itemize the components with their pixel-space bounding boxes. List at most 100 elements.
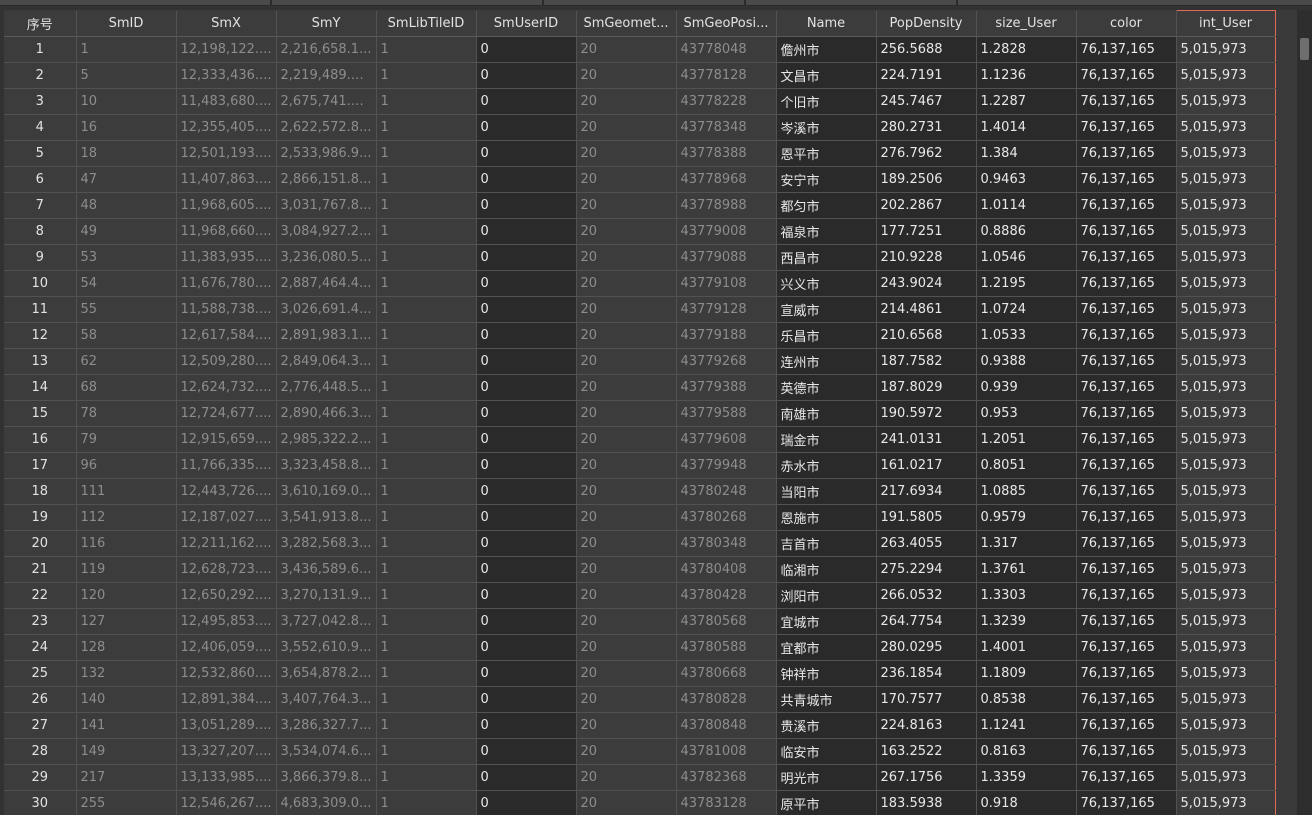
table-cell[interactable]: 5,015,973 xyxy=(1175,270,1276,297)
table-cell[interactable]: 20 xyxy=(576,712,677,739)
table-cell[interactable]: 0 xyxy=(476,374,577,401)
table-cell[interactable]: 1 xyxy=(376,608,477,635)
table-cell[interactable]: 0.8538 xyxy=(976,686,1077,713)
table-cell[interactable]: 宣威市 xyxy=(776,296,877,323)
table-row[interactable]: 13 62 12,509,280.... 2,849,064.3... 1 0 20 4377… xyxy=(4,348,1276,375)
table-cell[interactable]: 43780428 xyxy=(676,582,777,609)
table-cell[interactable]: 18 xyxy=(76,140,177,167)
table-cell[interactable]: 76,137,165 xyxy=(1076,36,1177,63)
table-cell[interactable]: 20 xyxy=(576,88,677,115)
table-cell[interactable]: 0.8051 xyxy=(976,452,1077,479)
table-cell[interactable]: 3,534,074.6... xyxy=(276,738,377,765)
table-cell[interactable]: 20 xyxy=(576,530,677,557)
table-cell[interactable]: 5,015,973 xyxy=(1175,88,1276,115)
table-cell[interactable]: 12,546,267.... xyxy=(176,790,277,815)
table-cell[interactable]: 2,985,322.2... xyxy=(276,426,377,453)
table-cell[interactable]: 76,137,165 xyxy=(1076,296,1177,323)
table-row[interactable]: 10 54 11,676,780.... 2,887,464.4... 1 0 20 4377… xyxy=(4,270,1276,297)
table-cell[interactable]: 189.2506 xyxy=(876,166,977,193)
table-cell[interactable]: 120 xyxy=(76,582,177,609)
table-cell[interactable]: 43780568 xyxy=(676,608,777,635)
table-cell[interactable]: 0 xyxy=(476,764,577,791)
table-cell[interactable]: 183.5938 xyxy=(876,790,977,815)
table-cell[interactable]: 20 xyxy=(576,140,677,167)
table-cell[interactable]: 1.384 xyxy=(976,140,1077,167)
table-cell[interactable]: 2,622,572.8... xyxy=(276,114,377,141)
table-cell[interactable]: 264.7754 xyxy=(876,608,977,635)
table-cell[interactable]: 0 xyxy=(476,738,577,765)
table-cell[interactable]: 20 xyxy=(576,608,677,635)
table-cell[interactable]: 1 xyxy=(376,218,477,245)
table-cell[interactable]: 20 xyxy=(576,218,677,245)
table-cell[interactable]: 0 xyxy=(476,712,577,739)
table-cell[interactable]: 1 xyxy=(376,764,477,791)
table-cell[interactable]: 55 xyxy=(76,296,177,323)
table-row[interactable]: 28 149 13,327,207.... 3,534,074.6... 1 0 20 437… xyxy=(4,738,1276,765)
table-cell[interactable]: 3,026,691.4... xyxy=(276,296,377,323)
table-cell[interactable]: 58 xyxy=(76,322,177,349)
row-number[interactable]: 11 xyxy=(4,296,77,323)
table-cell[interactable]: 5,015,973 xyxy=(1175,374,1276,401)
table-cell[interactable]: 43779588 xyxy=(676,400,777,427)
table-row[interactable]: 11 55 11,588,738.... 3,026,691.4... 1 0 20 4377… xyxy=(4,296,1276,323)
table-cell[interactable]: 5,015,973 xyxy=(1175,426,1276,453)
table-cell[interactable]: 128 xyxy=(76,634,177,661)
table-row[interactable]: 16 79 12,915,659.... 2,985,322.2... 1 0 20 4377… xyxy=(4,426,1276,453)
table-cell[interactable]: 43778228 xyxy=(676,88,777,115)
table-cell[interactable]: 1 xyxy=(376,400,477,427)
table-cell[interactable]: 2,675,741.819 xyxy=(276,88,377,115)
table-cell[interactable]: 62 xyxy=(76,348,177,375)
table-cell[interactable]: 5,015,973 xyxy=(1175,322,1276,349)
table-cell[interactable]: 43778348 xyxy=(676,114,777,141)
table-cell[interactable]: 76,137,165 xyxy=(1076,556,1177,583)
table-cell[interactable]: 1.1809 xyxy=(976,660,1077,687)
table-cell[interactable]: 1 xyxy=(376,582,477,609)
table-cell[interactable]: 12,915,659.... xyxy=(176,426,277,453)
table-cell[interactable]: 202.2867 xyxy=(876,192,977,219)
table-cell[interactable]: 76,137,165 xyxy=(1076,608,1177,635)
table-cell[interactable]: 43782368 xyxy=(676,764,777,791)
table-row[interactable]: 14 68 12,624,732.... 2,776,448.5... 1 0 20 4377… xyxy=(4,374,1276,401)
table-cell[interactable]: 43779108 xyxy=(676,270,777,297)
table-cell[interactable]: 187.7582 xyxy=(876,348,977,375)
table-cell[interactable]: 116 xyxy=(76,530,177,557)
row-number[interactable]: 17 xyxy=(4,452,77,479)
table-cell[interactable]: 11,383,935.... xyxy=(176,244,277,271)
table-cell[interactable]: 1.2828 xyxy=(976,36,1077,63)
table-cell[interactable]: 11,588,738.... xyxy=(176,296,277,323)
table-cell[interactable]: 3,654,878.2... xyxy=(276,660,377,687)
table-cell[interactable]: 0.8163 xyxy=(976,738,1077,765)
table-cell[interactable]: 210.9228 xyxy=(876,244,977,271)
table-cell[interactable]: 13,051,289.... xyxy=(176,712,277,739)
table-cell[interactable]: 5,015,973 xyxy=(1175,218,1276,245)
table-cell[interactable]: 20 xyxy=(576,166,677,193)
table-cell[interactable]: 12,650,292.... xyxy=(176,582,277,609)
row-number[interactable]: 18 xyxy=(4,478,77,505)
column-header[interactable]: SmX xyxy=(176,10,277,37)
table-cell[interactable]: 0.953 xyxy=(976,400,1077,427)
table-cell[interactable]: 20 xyxy=(576,634,677,661)
table-row[interactable]: 5 18 12,501,193.... 2,533,986.9... 1 0 20 43778… xyxy=(4,140,1276,167)
table-cell[interactable]: 76,137,165 xyxy=(1076,374,1177,401)
table-cell[interactable]: 0 xyxy=(476,62,577,89)
table-cell[interactable]: 20 xyxy=(576,478,677,505)
table-cell[interactable]: 12,495,853.... xyxy=(176,608,277,635)
table-cell[interactable]: 241.0131 xyxy=(876,426,977,453)
table-cell[interactable]: 0.918 xyxy=(976,790,1077,815)
table-cell[interactable]: 2,533,986.9... xyxy=(276,140,377,167)
table-cell[interactable]: 263.4055 xyxy=(876,530,977,557)
table-cell[interactable]: 0 xyxy=(476,686,577,713)
table-cell[interactable]: 76,137,165 xyxy=(1076,530,1177,557)
table-cell[interactable]: 浏阳市 xyxy=(776,582,877,609)
table-cell[interactable]: 兴义市 xyxy=(776,270,877,297)
table-cell[interactable]: 1.2195 xyxy=(976,270,1077,297)
table-cell[interactable]: 1.2051 xyxy=(976,426,1077,453)
table-cell[interactable]: 1 xyxy=(376,322,477,349)
table-cell[interactable]: 76,137,165 xyxy=(1076,400,1177,427)
table-cell[interactable]: 乐昌市 xyxy=(776,322,877,349)
scrollbar-thumb[interactable] xyxy=(1300,38,1309,60)
table-cell[interactable]: 恩施市 xyxy=(776,504,877,531)
table-cell[interactable]: 43780248 xyxy=(676,478,777,505)
table-cell[interactable]: 140 xyxy=(76,686,177,713)
table-cell[interactable]: 1.317 xyxy=(976,530,1077,557)
